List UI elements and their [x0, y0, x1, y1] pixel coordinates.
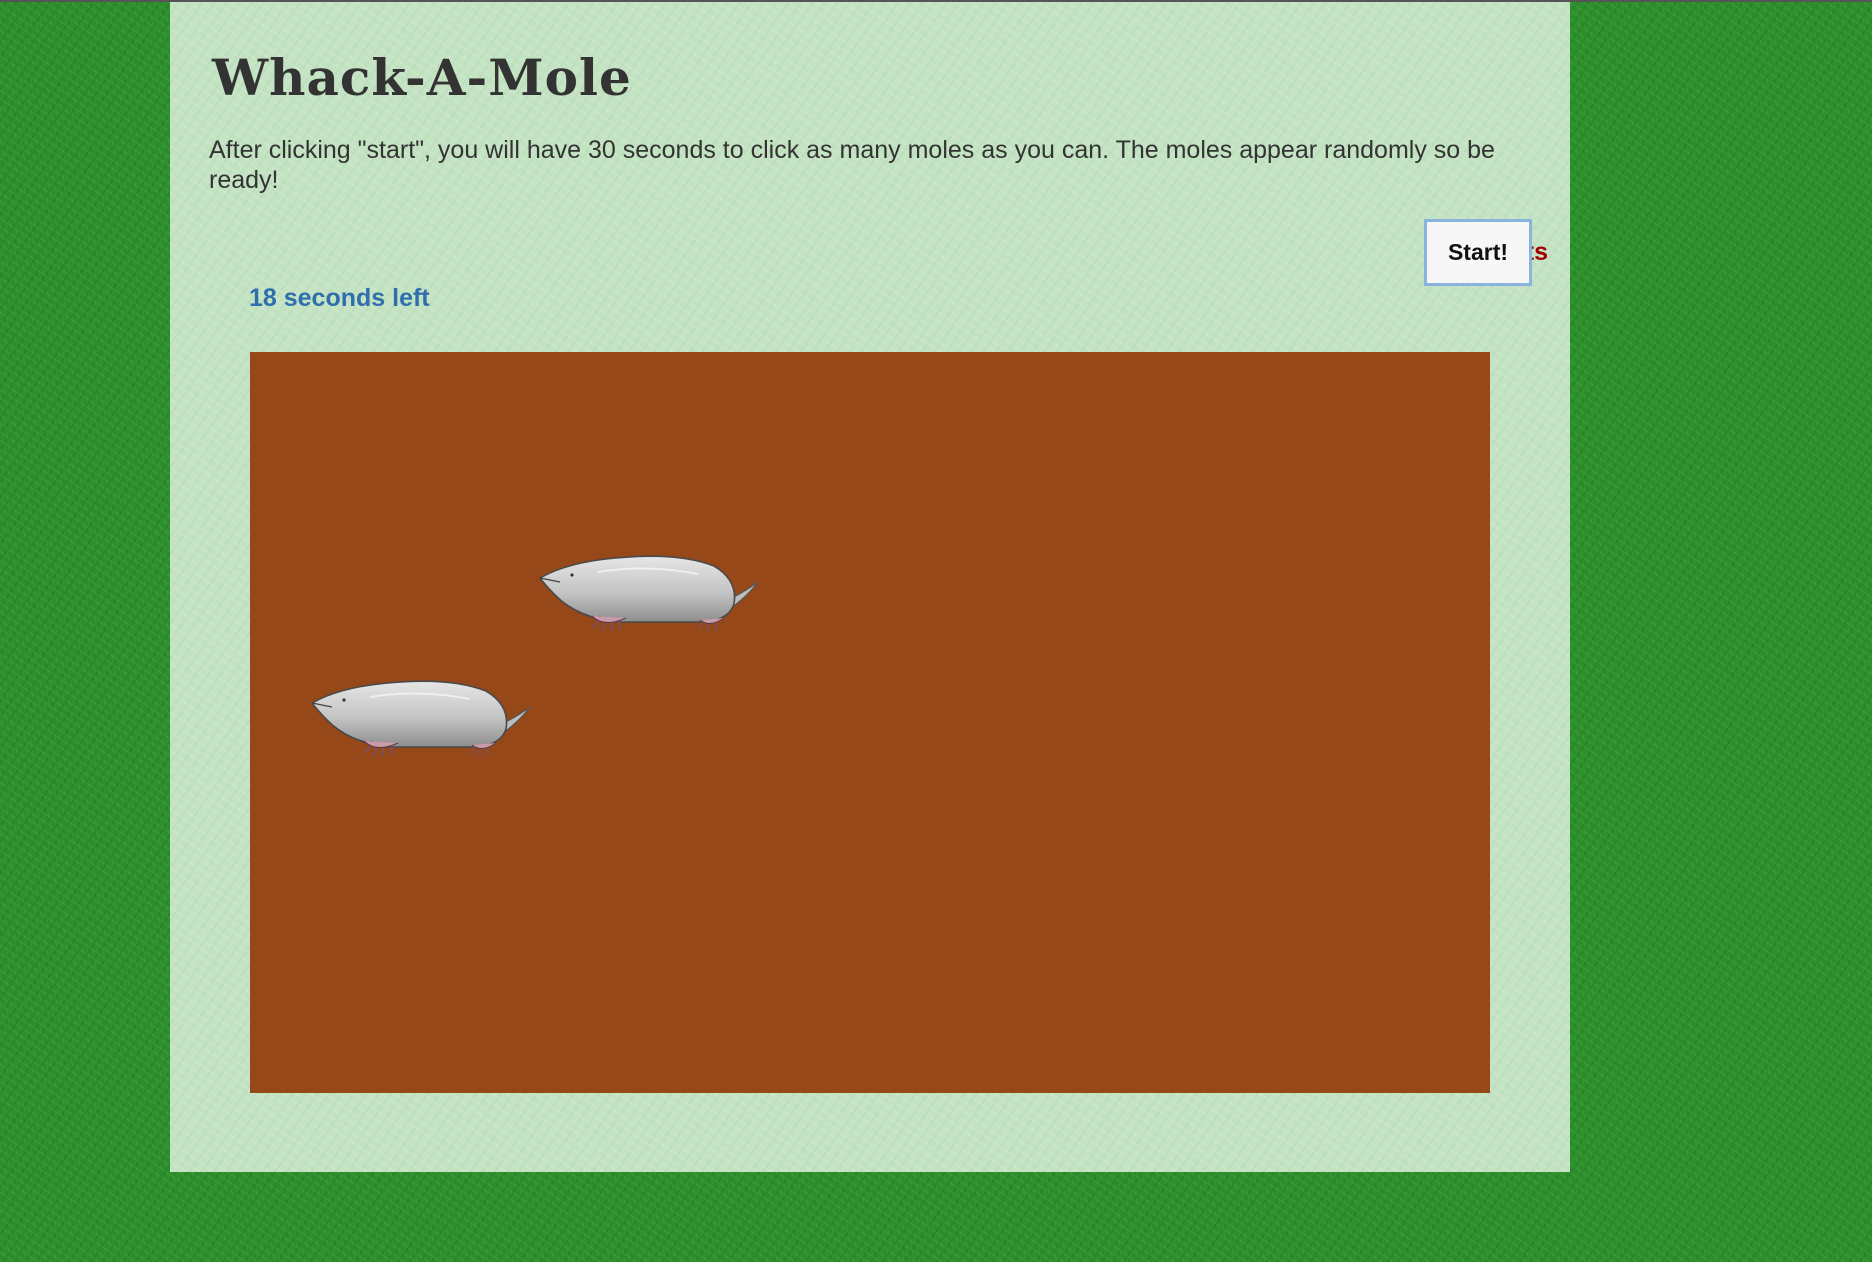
timer-display: 18 seconds left — [249, 284, 430, 312]
start-button[interactable]: Start! — [1424, 219, 1532, 286]
mole-icon[interactable] — [538, 552, 768, 647]
page-title: Whack-A-Mole — [212, 48, 632, 107]
game-panel: Whack-A-Mole After clicking "start", you… — [170, 2, 1570, 1172]
mole-icon[interactable] — [310, 677, 540, 772]
instructions-text: After clicking "start", you will have 30… — [209, 136, 1495, 194]
game-board[interactable] — [250, 352, 1490, 1093]
